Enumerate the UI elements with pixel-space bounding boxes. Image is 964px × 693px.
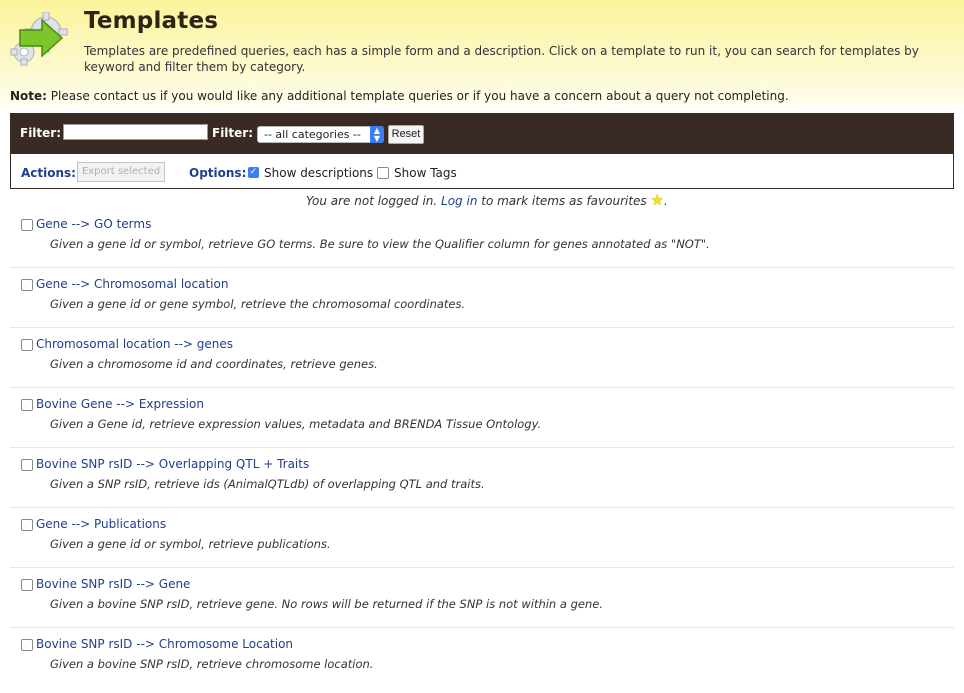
export-selected-button[interactable]: Export selected xyxy=(77,162,165,182)
list-item: Gene --> Chromosomal location Given a ge… xyxy=(10,268,954,328)
template-link[interactable]: Gene --> GO terms xyxy=(36,217,151,231)
category-select-value: -- all categories -- xyxy=(264,128,361,141)
page-header: Templates Templates are predefined queri… xyxy=(0,0,964,110)
template-checkbox[interactable] xyxy=(21,339,33,351)
template-description: Given a gene id or symbol, retrieve publ… xyxy=(50,537,331,551)
template-description: Given a bovine SNP rsID, retrieve gene. … xyxy=(50,597,603,611)
note-label: Note: xyxy=(10,89,47,103)
login-notice-prefix: You are not logged in. xyxy=(306,194,442,208)
template-checkbox[interactable] xyxy=(21,639,33,651)
chevron-updown-icon: ▲ ▼ xyxy=(370,126,384,143)
list-item: Chromosomal location --> genes Given a c… xyxy=(10,328,954,388)
list-item: Gene --> Publications Given a gene id or… xyxy=(10,508,954,568)
list-item: Bovine SNP rsID --> Overlapping QTL + Tr… xyxy=(10,448,954,508)
template-description: Given a gene id or gene symbol, retrieve… xyxy=(50,297,466,311)
template-link[interactable]: Bovine Gene --> Expression xyxy=(36,397,204,411)
template-link[interactable]: Gene --> Publications xyxy=(36,517,166,531)
list-item: Bovine SNP rsID --> Gene Given a bovine … xyxy=(10,568,954,628)
note-text: Note: Please contact us if you would lik… xyxy=(10,89,789,103)
reset-button[interactable]: Reset xyxy=(388,125,424,144)
template-description: Given a gene id or symbol, retrieve GO t… xyxy=(50,237,710,251)
template-list: Gene --> GO terms Given a gene id or sym… xyxy=(10,208,954,688)
login-notice-end: . xyxy=(663,194,668,208)
category-filter-label: Filter: xyxy=(212,126,254,140)
show-descriptions-label[interactable]: Show descriptions xyxy=(264,166,373,180)
template-description: Given a bovine SNP rsID, retrieve chromo… xyxy=(50,657,374,671)
action-bar: Actions: Export selected Options: ✓ Show… xyxy=(10,153,954,189)
template-link[interactable]: Bovine SNP rsID --> Overlapping QTL + Tr… xyxy=(36,457,309,471)
template-link[interactable]: Bovine SNP rsID --> Gene xyxy=(36,577,190,591)
category-select[interactable]: -- all categories -- ▲ ▼ xyxy=(257,126,384,143)
login-notice-suffix: to mark items as favourites xyxy=(477,194,651,208)
template-checkbox[interactable] xyxy=(21,219,33,231)
list-item: Bovine Gene --> Expression Given a Gene … xyxy=(10,388,954,448)
show-tags-label[interactable]: Show Tags xyxy=(394,166,457,180)
template-checkbox[interactable] xyxy=(21,519,33,531)
filter-keyword-input[interactable] xyxy=(63,124,208,140)
filter-bar: Filter: Filter: -- all categories -- ▲ ▼ … xyxy=(10,113,954,153)
options-label: Options: xyxy=(189,166,247,180)
template-checkbox[interactable] xyxy=(21,399,33,411)
template-description: Given a SNP rsID, retrieve ids (AnimalQT… xyxy=(50,477,485,491)
gear-arrow-icon xyxy=(10,12,68,66)
filter-label: Filter: xyxy=(20,126,62,140)
login-notice: You are not logged in. Log in to mark it… xyxy=(306,191,668,209)
template-link[interactable]: Chromosomal location --> genes xyxy=(36,337,233,351)
show-descriptions-checkbox[interactable]: ✓ xyxy=(248,167,259,178)
list-item: Bovine SNP rsID --> Chromosome Location … xyxy=(10,628,954,688)
page-description: Templates are predefined queries, each h… xyxy=(84,44,919,74)
page-title: Templates xyxy=(84,8,219,34)
list-item: Gene --> GO terms Given a gene id or sym… xyxy=(10,208,954,268)
actions-label: Actions: xyxy=(21,166,76,180)
show-tags-checkbox[interactable] xyxy=(377,167,389,179)
note-body: Please contact us if you would like any … xyxy=(46,89,789,103)
template-description: Given a chromosome id and coordinates, r… xyxy=(50,357,378,371)
template-checkbox[interactable] xyxy=(21,279,33,291)
template-description: Given a Gene id, retrieve expression val… xyxy=(50,417,542,431)
template-checkbox[interactable] xyxy=(21,579,33,591)
star-icon: ★ xyxy=(650,191,664,209)
template-link[interactable]: Bovine SNP rsID --> Chromosome Location xyxy=(36,637,293,651)
template-link[interactable]: Gene --> Chromosomal location xyxy=(36,277,228,291)
template-checkbox[interactable] xyxy=(21,459,33,471)
login-link[interactable]: Log in xyxy=(441,194,477,208)
